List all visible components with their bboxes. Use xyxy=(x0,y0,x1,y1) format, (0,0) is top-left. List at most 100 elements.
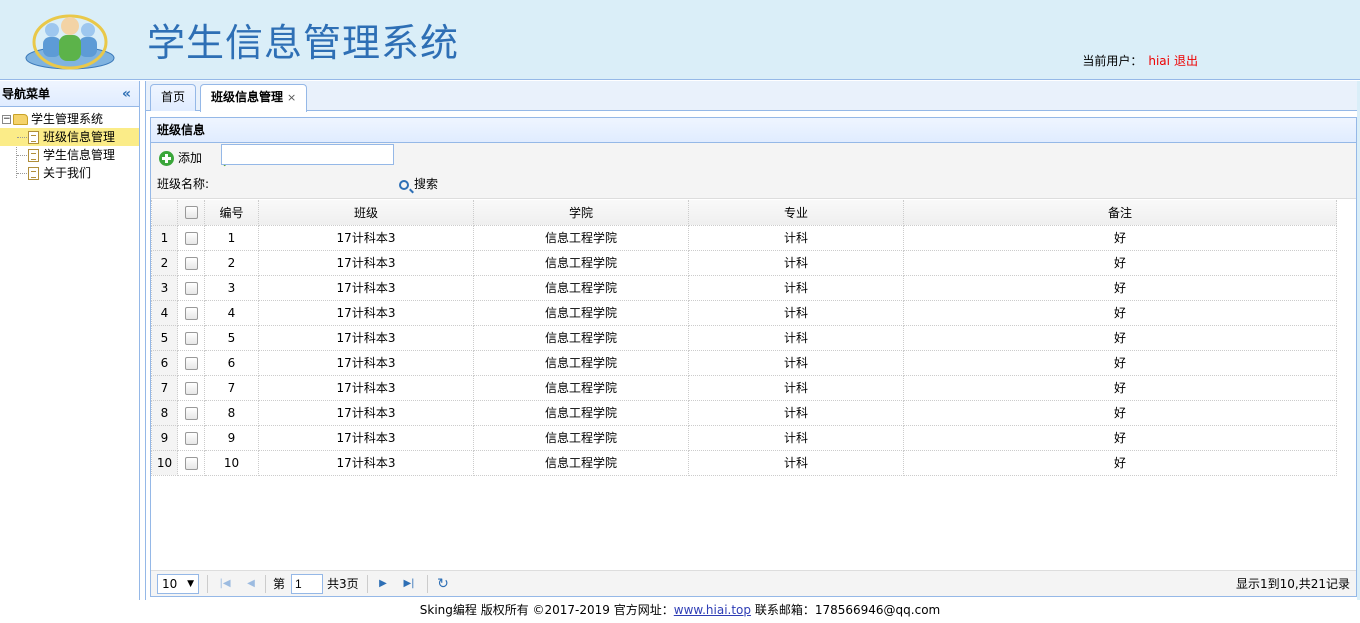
row-checkbox-cell[interactable] xyxy=(177,449,205,476)
table-cell-cls: 17计科本3 xyxy=(258,399,474,426)
column-header[interactable]: 专业 xyxy=(688,200,904,226)
close-icon[interactable]: × xyxy=(287,91,296,104)
refresh-icon[interactable]: ↻ xyxy=(435,575,451,593)
row-checkbox-cell[interactable] xyxy=(177,349,205,376)
table-cell-major: 计科 xyxy=(688,274,904,301)
select-all-checkbox[interactable] xyxy=(177,200,205,226)
row-checkbox[interactable] xyxy=(184,281,198,295)
prev-page-icon[interactable]: ◀ xyxy=(243,575,259,593)
table-cell-id: 3 xyxy=(204,274,259,301)
class-table: 编号 班级 学院 专业 备注 1 1 17计科本3 信息工程学院 计科好 2 2 17计科本3… xyxy=(151,200,1337,476)
nav-item-label: 学生信息管理 xyxy=(43,148,116,162)
column-header[interactable]: 学院 xyxy=(473,200,689,226)
table-row[interactable]: 2 2 17计科本3 信息工程学院 计科好 xyxy=(151,249,1337,276)
row-checkbox[interactable] xyxy=(184,331,198,345)
nav-item-label: 关于我们 xyxy=(43,166,92,180)
checkbox[interactable] xyxy=(184,206,198,220)
row-checkbox-cell[interactable] xyxy=(177,424,205,451)
table-cell-major: 计科 xyxy=(688,249,904,276)
pager-separator xyxy=(427,575,428,593)
table-cell-note: 好 xyxy=(903,324,1337,351)
row-checkbox-cell[interactable] xyxy=(177,299,205,326)
table-row[interactable]: 3 3 17计科本3 信息工程学院 计科好 xyxy=(151,274,1337,301)
table-header: 编号 班级 学院 专业 备注 xyxy=(151,200,1337,226)
table-cell-college: 信息工程学院 xyxy=(473,324,689,351)
nav-item-class[interactable]: 班级信息管理 xyxy=(0,128,139,146)
class-name-input[interactable] xyxy=(221,144,394,165)
file-icon xyxy=(28,167,39,180)
tree-collapse-icon[interactable]: − xyxy=(2,115,11,124)
row-checkbox[interactable] xyxy=(184,406,198,420)
footer-copyright: Sking编程 版权所有 ©2017-2019 官方网址： xyxy=(419,603,674,617)
footer-website-link[interactable]: www.hiai.top xyxy=(674,603,751,617)
double-chevron-left-icon[interactable]: « xyxy=(122,81,131,107)
column-header[interactable]: 班级 xyxy=(258,200,474,226)
toolbar: 添加 修改 删除 班级名称: 搜索 xyxy=(151,143,1356,199)
table-cell-id: 7 xyxy=(204,374,259,401)
row-checkbox[interactable] xyxy=(184,381,198,395)
table-cell-id: 4 xyxy=(204,299,259,326)
nav-item-student[interactable]: 学生信息管理 xyxy=(0,146,139,164)
pager: 10 ▼ |◀ ◀ 第 共3页 ▶ ▶| ↻ 显示1到10,共21记录 xyxy=(151,570,1356,596)
search-button[interactable]: 搜索 xyxy=(399,173,438,195)
row-number: 9 xyxy=(151,424,178,451)
table-cell-major: 计科 xyxy=(688,374,904,401)
row-checkbox[interactable] xyxy=(184,356,198,370)
row-checkbox-cell[interactable] xyxy=(177,399,205,426)
search-label: 班级名称: xyxy=(157,177,210,191)
page-size-select[interactable]: 10 ▼ xyxy=(157,574,199,594)
nav-item-about[interactable]: 关于我们 xyxy=(0,164,139,182)
row-checkbox-cell[interactable] xyxy=(177,224,205,251)
row-checkbox[interactable] xyxy=(184,306,198,320)
pager-separator xyxy=(367,575,368,593)
nav-item-label: 班级信息管理 xyxy=(43,130,116,144)
tab-home[interactable]: 首页 xyxy=(150,84,197,111)
table-row[interactable]: 6 6 17计科本3 信息工程学院 计科好 xyxy=(151,349,1337,376)
table-row[interactable]: 8 8 17计科本3 信息工程学院 计科好 xyxy=(151,399,1337,426)
table-cell-college: 信息工程学院 xyxy=(473,374,689,401)
pager-separator xyxy=(207,575,208,593)
logout-link[interactable]: 退出 xyxy=(1174,54,1198,68)
add-button[interactable]: 添加 xyxy=(159,149,202,167)
search-icon xyxy=(399,179,409,190)
table-cell-cls: 17计科本3 xyxy=(258,374,474,401)
page-total: 共3页 xyxy=(327,577,359,591)
tab-label: 班级信息管理 xyxy=(211,90,284,104)
column-header[interactable]: 编号 xyxy=(204,200,259,226)
page-number-input[interactable] xyxy=(291,574,323,594)
row-checkbox-cell[interactable] xyxy=(177,249,205,276)
row-checkbox-cell[interactable] xyxy=(177,324,205,351)
row-checkbox-cell[interactable] xyxy=(177,374,205,401)
table-cell-major: 计科 xyxy=(688,324,904,351)
row-number: 1 xyxy=(151,224,178,251)
row-checkbox-cell[interactable] xyxy=(177,274,205,301)
first-page-icon[interactable]: |◀ xyxy=(217,575,233,593)
tree-root[interactable]: − 学生管理系统 xyxy=(0,110,139,128)
table-row[interactable]: 4 4 17计科本3 信息工程学院 计科好 xyxy=(151,299,1337,326)
table-row[interactable]: 10 10 17计科本3 信息工程学院 计科好 xyxy=(151,449,1337,476)
table-row[interactable]: 9 9 17计科本3 信息工程学院 计科好 xyxy=(151,424,1337,451)
table-cell-cls: 17计科本3 xyxy=(258,224,474,251)
table-row[interactable]: 7 7 17计科本3 信息工程学院 计科好 xyxy=(151,374,1337,401)
tab-class-management[interactable]: 班级信息管理 × xyxy=(200,84,308,112)
file-icon xyxy=(28,131,39,144)
column-header[interactable]: 备注 xyxy=(903,200,1337,226)
page-prefix: 第 xyxy=(273,577,286,591)
last-page-icon[interactable]: ▶| xyxy=(401,575,417,593)
table-row[interactable]: 5 5 17计科本3 信息工程学院 计科好 xyxy=(151,324,1337,351)
footer-contact: 联系邮箱：178566946@qq.com xyxy=(751,603,941,617)
table-cell-major: 计科 xyxy=(688,224,904,251)
row-number: 7 xyxy=(151,374,178,401)
row-checkbox[interactable] xyxy=(184,256,198,270)
next-page-icon[interactable]: ▶ xyxy=(375,575,391,593)
pager-separator xyxy=(265,575,266,593)
row-checkbox[interactable] xyxy=(184,456,198,470)
row-checkbox[interactable] xyxy=(184,231,198,245)
table-cell-cls: 17计科本3 xyxy=(258,249,474,276)
users-group-icon xyxy=(25,14,115,70)
table-row[interactable]: 1 1 17计科本3 信息工程学院 计科好 xyxy=(151,224,1337,251)
table-cell-id: 2 xyxy=(204,249,259,276)
tab-label: 首页 xyxy=(161,90,186,104)
search-row: 班级名称: xyxy=(157,173,209,195)
row-checkbox[interactable] xyxy=(184,431,198,445)
